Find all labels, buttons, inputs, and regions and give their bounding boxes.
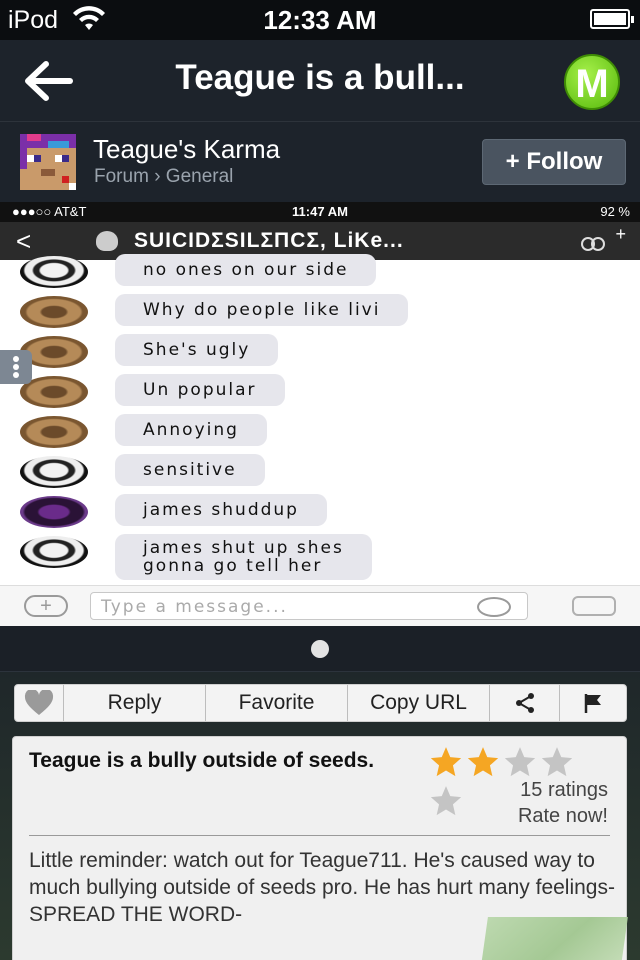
rate-now-link[interactable]: Rate now! (518, 805, 608, 828)
send-bubble-icon (572, 596, 616, 616)
chat-bubble: Why do people like livi (115, 294, 409, 326)
chat-bubble: Un popular (115, 374, 285, 406)
group-chat-icon (578, 232, 608, 252)
page-title: Teague is a bull... (175, 58, 465, 97)
chat-bubble: She's ugly (115, 334, 279, 366)
embedded-input-bar: + Type a message... (0, 585, 640, 626)
chat-avatar (20, 456, 88, 488)
page-indicator-dot[interactable] (311, 640, 329, 658)
chat-message: sensitive (0, 454, 640, 494)
chat-bubble: sensitive (115, 454, 265, 486)
breadcrumb: Forum › General (94, 166, 233, 188)
breadcrumb-forum[interactable]: Forum (94, 166, 149, 187)
embedded-battery: 92 % (600, 204, 630, 219)
post-title: Teague is a bully outside of seeds. (29, 749, 375, 772)
chat-bubble: Annoying (115, 414, 267, 446)
favorite-button[interactable]: Favorite (205, 685, 347, 721)
chat-message: Annoying (0, 414, 640, 454)
chat-message: james shut up shes gonna go tell her (0, 534, 640, 580)
chat-bubble: james shuddup (115, 494, 327, 526)
embedded-back-chevron-icon: < (16, 226, 32, 256)
status-bar: iPod 12:33 AM (0, 0, 640, 40)
star-filled-icon[interactable] (429, 745, 463, 779)
embedded-status-bar: ●●●○○ AT&T 11:47 AM 92 % (0, 202, 640, 222)
report-button[interactable] (559, 685, 626, 721)
side-menu-handle[interactable] (0, 350, 32, 384)
forum-name[interactable]: Teague's Karma (93, 134, 280, 165)
flag-icon (582, 694, 604, 719)
image-pager (0, 626, 640, 672)
forum-avatar[interactable] (20, 134, 76, 190)
reply-button[interactable]: Reply (63, 685, 205, 721)
follow-button[interactable]: + Follow (482, 139, 626, 185)
embedded-clock: 11:47 AM (292, 204, 348, 219)
star-rating[interactable] (429, 745, 613, 816)
ratings-count: 15 ratings (520, 779, 608, 801)
heart-icon (24, 688, 54, 721)
chat-avatar (20, 296, 88, 328)
emoji-icon (477, 597, 511, 617)
chat-message: Why do people like livi (0, 294, 640, 334)
grass-block-image (478, 917, 628, 960)
chat-avatar (20, 536, 88, 568)
plus-circle-icon: + (24, 595, 68, 617)
share-icon (514, 693, 536, 719)
chat-message: Un popular (0, 374, 640, 414)
embedded-chat-title: SUICIDΣSILΣΠCΣ, LiKe... (134, 229, 404, 252)
post-body: Little reminder: watch out for Teague711… (29, 849, 615, 926)
like-button[interactable] (15, 685, 63, 721)
battery-icon (590, 9, 634, 29)
star-empty-icon[interactable] (540, 745, 574, 779)
action-bar: Reply Favorite Copy URL (14, 684, 627, 722)
chat-avatar (20, 496, 88, 528)
post-image: ●●●○○ AT&T 11:47 AM 92 % < SUICIDΣSILΣΠC… (0, 202, 640, 626)
star-empty-icon[interactable] (429, 784, 463, 818)
m-logo-icon[interactable]: M (564, 54, 620, 110)
copy-url-button[interactable]: Copy URL (347, 685, 489, 721)
post-section: Reply Favorite Copy URL Teague is a bull… (0, 672, 640, 960)
chat-bubble: james shut up shes gonna go tell her (115, 534, 372, 580)
add-icon: + (615, 224, 626, 244)
message-placeholder: Type a message... (101, 597, 288, 617)
breadcrumb-separator: › (154, 166, 161, 187)
chat-message: james shuddup (0, 494, 640, 534)
chat-message: She's ugly (0, 334, 640, 374)
star-filled-icon[interactable] (466, 745, 500, 779)
chat-bubble: no ones on our side (115, 254, 377, 286)
divider (29, 835, 610, 836)
clock: 12:33 AM (263, 5, 377, 35)
chat-avatar (20, 256, 88, 288)
back-arrow-icon[interactable] (22, 58, 74, 104)
chat-message: no ones on our side (0, 254, 640, 294)
star-empty-icon[interactable] (503, 745, 537, 779)
breadcrumb-category[interactable]: General (166, 166, 234, 187)
skull-icon (96, 231, 118, 251)
share-button[interactable] (489, 685, 559, 721)
embedded-message-field: Type a message... (90, 592, 528, 620)
forum-header: Teague's Karma Forum › General + Follow (0, 122, 640, 202)
post-card: Teague is a bully outside of seeds. 15 r… (12, 736, 628, 960)
navigation-bar: Teague is a bull... M (0, 40, 640, 122)
chat-avatar (20, 416, 88, 448)
